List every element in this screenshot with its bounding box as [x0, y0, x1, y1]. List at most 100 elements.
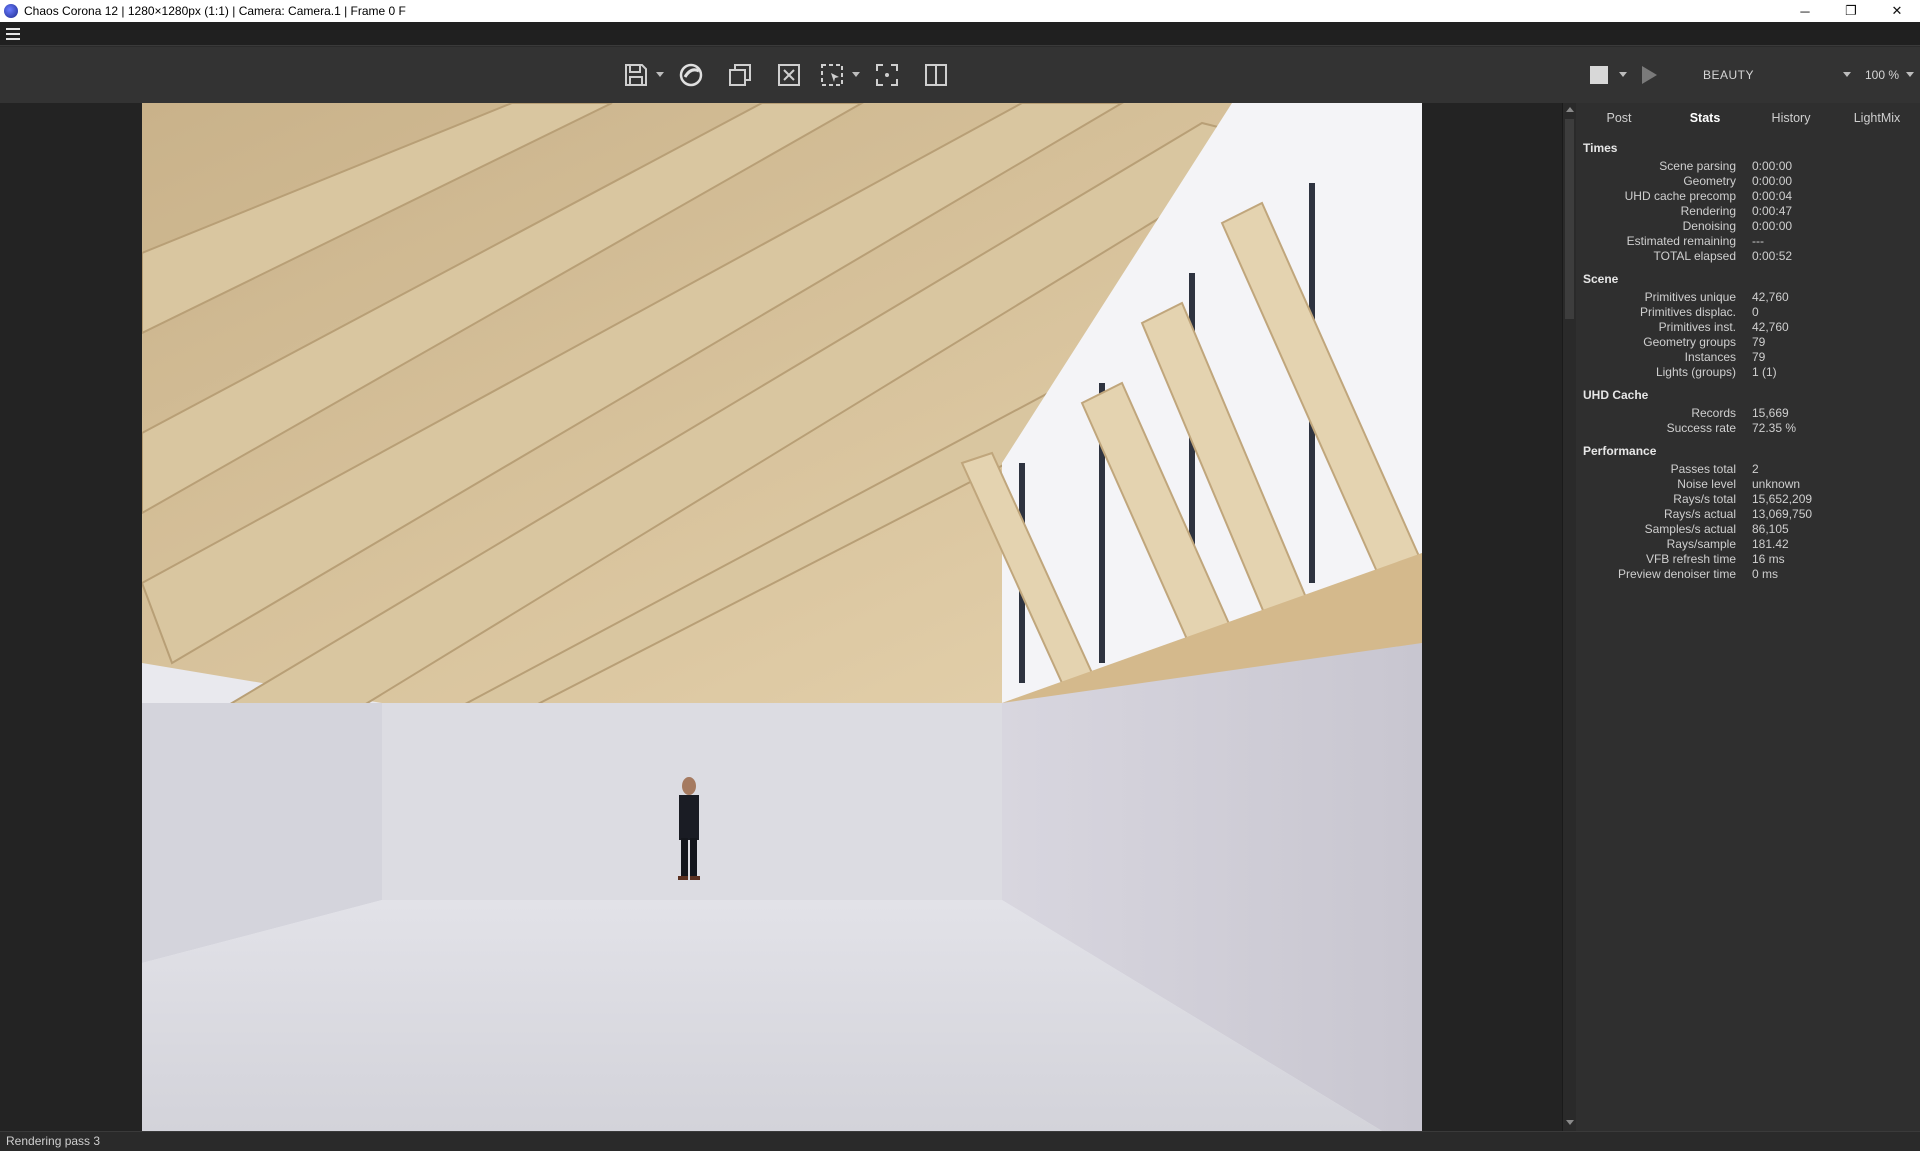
restore-button[interactable]: ❐	[1828, 0, 1874, 22]
stat-row: Primitives inst. 42,760	[1576, 320, 1920, 335]
section-title: Performance	[1583, 444, 1657, 458]
tab-stats[interactable]: Stats	[1662, 111, 1748, 125]
tab-lightmix[interactable]: LightMix	[1834, 111, 1920, 125]
stat-value: 15,669	[1752, 406, 1789, 420]
stat-label: Primitives displac.	[1639, 305, 1736, 319]
stat-row: Denoising 0:00:00	[1576, 219, 1920, 234]
corona-app-icon	[4, 4, 18, 18]
split-view-icon[interactable]	[922, 61, 950, 89]
stat-label: Rays/s actual	[1663, 507, 1736, 521]
stat-label: Samples/s actual	[1644, 522, 1736, 536]
stat-label: Rays/s total	[1673, 492, 1736, 506]
stat-row: Rays/s total 15,652,209	[1576, 492, 1920, 507]
stat-label: Denoising	[1682, 219, 1736, 233]
stat-row: Rays/sample 181.42	[1576, 537, 1920, 552]
render-viewport[interactable]	[0, 103, 1562, 1131]
close-button[interactable]: ✕	[1874, 0, 1920, 22]
stat-label: Rendering	[1680, 204, 1736, 218]
status-bar: Rendering pass 3	[0, 1131, 1920, 1151]
render-channel-select[interactable]: BEAUTY	[1703, 68, 1754, 82]
stat-row: Estimated remaining ---	[1576, 234, 1920, 249]
side-panel: Post Stats History LightMix Times Scene …	[1576, 103, 1920, 1131]
stat-value: 79	[1752, 350, 1766, 364]
start-render-button[interactable]	[1642, 66, 1657, 84]
minimize-button[interactable]: ─	[1782, 0, 1828, 22]
scroll-up-arrow-icon[interactable]	[1566, 107, 1574, 112]
stat-value: unknown	[1752, 477, 1801, 491]
stat-row: Rays/s actual 13,069,750	[1576, 507, 1920, 522]
stat-row: VFB refresh time 16 ms	[1576, 552, 1920, 567]
status-text: Rendering pass 3	[6, 1134, 101, 1148]
stat-value: 16 ms	[1752, 552, 1785, 566]
toolbar: BEAUTY 100 %	[0, 47, 1920, 103]
window-title: Chaos Corona 12 | 1280×1280px (1:1) | Ca…	[24, 4, 406, 18]
stats-section-times: Times Scene parsing 0:00:00 Geometry 0:00:…	[1576, 141, 1920, 264]
stats-section-uhd-cache: UHD Cache Records 15,669 Success rate 72.3…	[1576, 388, 1920, 436]
stop-dropdown-caret-icon[interactable]	[1619, 72, 1627, 77]
stat-label: Records	[1691, 406, 1736, 420]
stop-render-button[interactable]	[1590, 66, 1608, 84]
stat-value: 0 ms	[1752, 567, 1779, 581]
stat-row: Preview denoiser time 0 ms	[1576, 567, 1920, 582]
stat-row: Rendering 0:00:47	[1576, 204, 1920, 219]
clear-icon[interactable]	[775, 61, 803, 89]
stat-row: Passes total 2	[1576, 462, 1920, 477]
stat-label: Passes total	[1670, 462, 1736, 476]
stat-value: 0:00:00	[1752, 174, 1793, 188]
stat-row: Scene parsing 0:00:00	[1576, 159, 1920, 174]
stat-row: Geometry groups 79	[1576, 335, 1920, 350]
scrollbar-thumb[interactable]	[1565, 119, 1574, 319]
stat-value: 181.42	[1752, 537, 1789, 551]
stat-label: TOTAL elapsed	[1653, 249, 1737, 263]
region-dropdown-caret-icon[interactable]	[852, 72, 860, 77]
stat-label: Preview denoiser time	[1617, 567, 1736, 581]
stat-row: Geometry 0:00:00	[1576, 174, 1920, 189]
stat-label: Scene parsing	[1659, 159, 1736, 173]
focus-icon[interactable]	[873, 61, 901, 89]
stat-value: 2	[1752, 462, 1759, 476]
stat-label: Primitives unique	[1644, 290, 1736, 304]
stat-label: Rays/sample	[1666, 537, 1736, 551]
channel-dropdown-caret-icon[interactable]	[1843, 72, 1851, 77]
section-title: Times	[1583, 141, 1618, 155]
tab-post[interactable]: Post	[1576, 111, 1662, 125]
stat-row: Instances 79	[1576, 350, 1920, 365]
stat-label: Instances	[1684, 350, 1736, 364]
stat-row: Noise level unknown	[1576, 477, 1920, 492]
save-icon[interactable]	[622, 61, 650, 89]
stat-value: 42,760	[1752, 290, 1789, 304]
hamburger-menu-icon[interactable]	[6, 28, 20, 40]
stat-label: Success rate	[1666, 421, 1736, 435]
menu-bar	[0, 22, 1920, 46]
section-title: UHD Cache	[1583, 388, 1649, 402]
stat-row: Primitives displac. 0	[1576, 305, 1920, 320]
region-select-icon[interactable]	[818, 61, 846, 89]
stat-value: 0:00:04	[1752, 189, 1793, 203]
stat-value: 0	[1752, 305, 1759, 319]
stat-value: 79	[1752, 335, 1766, 349]
stat-value: 13,069,750	[1752, 507, 1813, 521]
stat-label: Geometry groups	[1643, 335, 1736, 349]
zoom-dropdown-caret-icon[interactable]	[1906, 72, 1914, 77]
corona-logo-icon[interactable]	[677, 61, 705, 89]
stats-section-scene: Scene Primitives unique 42,760 Primitives…	[1576, 272, 1920, 380]
vertical-scrollbar[interactable]	[1562, 103, 1576, 1131]
zoom-level-select[interactable]: 100 %	[1865, 68, 1899, 82]
stat-value: 1 (1)	[1752, 365, 1777, 379]
tab-history[interactable]: History	[1748, 111, 1834, 125]
stat-label: UHD cache precomp	[1624, 189, 1736, 203]
scroll-down-arrow-icon[interactable]	[1566, 1120, 1574, 1125]
stat-value: 0:00:00	[1752, 219, 1793, 233]
stat-label: Noise level	[1677, 477, 1736, 491]
rendered-image	[142, 103, 1422, 1131]
stat-value: 72.35 %	[1752, 421, 1797, 435]
copy-icon[interactable]	[726, 61, 754, 89]
stat-row: UHD cache precomp 0:00:04	[1576, 189, 1920, 204]
stat-row: Lights (groups) 1 (1)	[1576, 365, 1920, 380]
stat-value: 86,105	[1752, 522, 1789, 536]
stat-row: Success rate 72.35 %	[1576, 421, 1920, 436]
stats-section-performance: Performance Passes total 2 Noise level unk…	[1576, 444, 1920, 582]
stat-value: 0:00:52	[1752, 249, 1793, 263]
stat-value: 0:00:00	[1752, 159, 1793, 173]
save-dropdown-caret-icon[interactable]	[656, 72, 664, 77]
